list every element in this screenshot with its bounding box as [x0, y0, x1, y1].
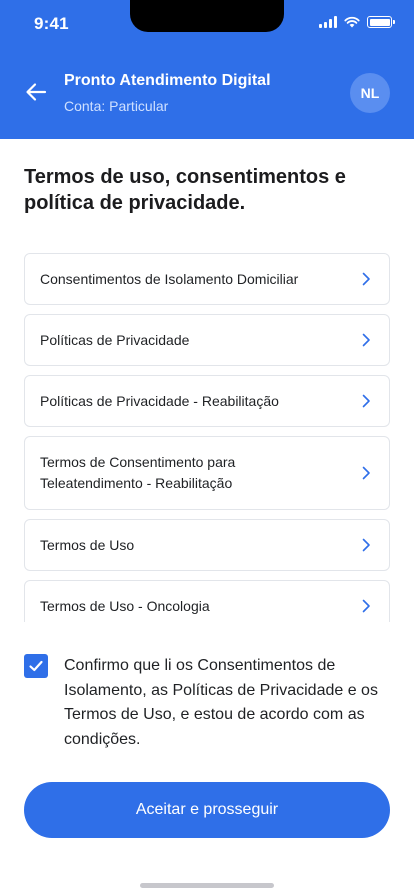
arrow-left-icon: [26, 83, 47, 101]
document-label: Termos de Consentimento para Teleatendim…: [40, 454, 236, 491]
document-item[interactable]: Termos de Uso - Oncologia: [24, 580, 390, 622]
accept-button[interactable]: Aceitar e prosseguir: [24, 782, 390, 838]
consent-text: Confirmo que li os Consentimentos de Iso…: [64, 657, 378, 748]
header-title: Pronto Atendimento Digital: [64, 72, 271, 89]
document-item[interactable]: Consentimentos de Isolamento Domiciliar: [24, 253, 390, 305]
status-bar: 9:41: [0, 0, 414, 48]
consent-row: Confirmo que li os Consentimentos de Iso…: [24, 654, 390, 752]
check-icon: [29, 660, 43, 672]
documents-list[interactable]: Consentimentos de Isolamento Domiciliar …: [24, 253, 390, 622]
document-label: Políticas de Privacidade: [40, 331, 190, 348]
app-header: 9:41 Pronto Atendimento Digital Conta: P…: [0, 0, 414, 139]
signal-icon: [319, 16, 337, 28]
home-indicator[interactable]: [140, 883, 274, 888]
chevron-right-icon: [362, 466, 370, 480]
chevron-right-icon: [362, 599, 370, 613]
consent-checkbox[interactable]: [24, 654, 48, 678]
chevron-right-icon: [362, 394, 370, 408]
document-label: Termos de Uso: [40, 536, 135, 553]
chevron-right-icon: [362, 538, 370, 552]
wifi-icon: [344, 16, 360, 28]
document-item[interactable]: Termos de Consentimento para Teleatendim…: [24, 436, 390, 510]
back-button[interactable]: [22, 78, 50, 106]
battery-icon: [367, 16, 395, 28]
document-item[interactable]: Políticas de Privacidade - Reabilitação: [24, 375, 390, 427]
document-label: Termos de Uso - Oncologia: [40, 597, 210, 614]
document-label: Consentimentos de Isolamento Domiciliar: [40, 270, 299, 287]
status-icons: [319, 16, 395, 28]
chevron-right-icon: [362, 272, 370, 286]
document-label: Políticas de Privacidade - Reabilitação: [40, 392, 279, 409]
avatar[interactable]: NL: [350, 73, 390, 113]
status-time: 9:41: [34, 14, 69, 33]
account-subtitle: Conta: Particular: [64, 98, 169, 114]
page-title: Termos de uso, consentimentos e política…: [24, 166, 346, 214]
document-item[interactable]: Políticas de Privacidade: [24, 314, 390, 366]
device-notch: [130, 0, 284, 32]
chevron-right-icon: [362, 333, 370, 347]
document-item[interactable]: Termos de Uso: [24, 519, 390, 571]
